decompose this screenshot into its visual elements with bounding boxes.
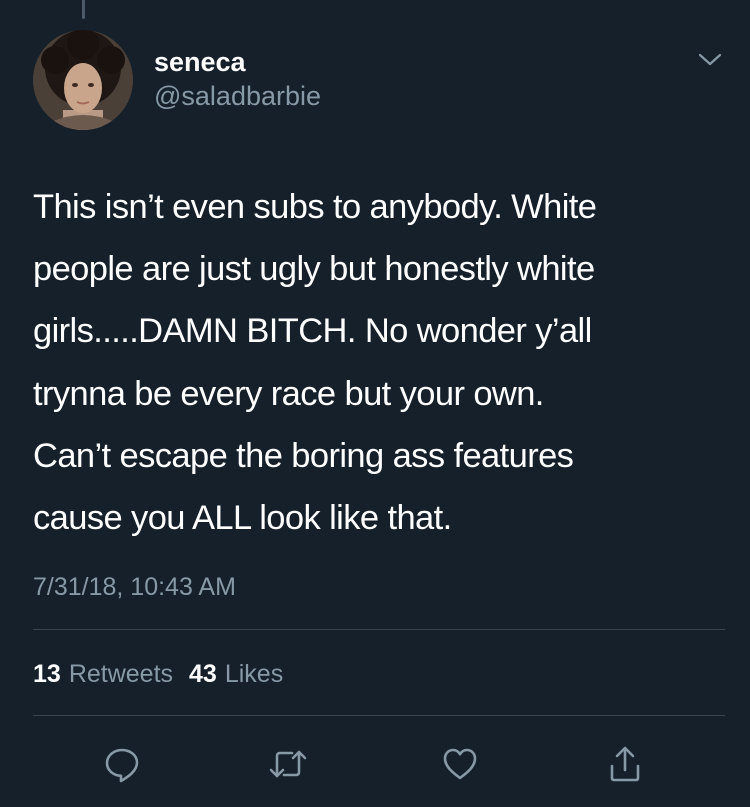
likes-count: 43: [189, 660, 217, 688]
like-button[interactable]: [436, 740, 484, 788]
tweet-actions: [0, 740, 750, 790]
reply-button[interactable]: [98, 740, 146, 788]
heart-icon: [443, 748, 477, 780]
divider: [33, 629, 725, 630]
likes-stat[interactable]: 43 Likes: [189, 659, 283, 689]
chevron-down-icon[interactable]: [697, 50, 723, 70]
retweet-icon: [269, 750, 307, 778]
tweet-header: seneca @saladbarbie: [33, 30, 723, 130]
retweet-button[interactable]: [264, 740, 312, 788]
author-handle[interactable]: @saladbarbie: [154, 81, 321, 111]
retweets-stat[interactable]: 13 Retweets: [33, 659, 173, 689]
thread-connector-line: [82, 0, 85, 19]
share-button[interactable]: [601, 740, 649, 788]
author-display-name[interactable]: seneca: [154, 47, 321, 77]
tweet-text: This isn’t even subs to anybody. White p…: [33, 188, 597, 538]
divider: [33, 715, 725, 716]
tweet-timestamp[interactable]: 7/31/18, 10:43 AM: [33, 572, 236, 602]
retweets-count: 13: [33, 660, 61, 688]
retweets-label: Retweets: [68, 660, 174, 688]
share-icon: [610, 746, 640, 782]
author-names: seneca @saladbarbie: [154, 47, 321, 111]
reply-icon: [105, 748, 139, 783]
user-avatar-icon: [33, 30, 133, 130]
likes-label: Likes: [224, 660, 284, 688]
avatar[interactable]: [33, 30, 133, 130]
tweet-stats: 13 Retweets 43 Likes: [33, 659, 299, 689]
